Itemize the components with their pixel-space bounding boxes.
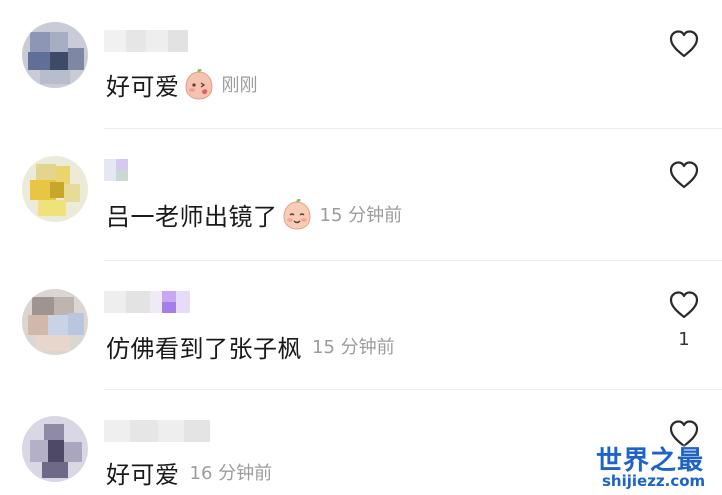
comment-text-line: 好可爱 16 分钟前: [106, 454, 272, 490]
comment-text: 好可爱: [106, 460, 180, 489]
comment-item: 吕一老师出镜了 15 分钟前: [0, 129, 722, 260]
like-button[interactable]: [663, 155, 705, 195]
avatar[interactable]: [22, 22, 88, 88]
avatar[interactable]: [22, 289, 88, 355]
comment-time: 16 分钟前: [189, 463, 273, 484]
heart-outline-icon: [669, 30, 699, 58]
watermark: 世界之最 shijiezz.com: [596, 440, 718, 490]
comment-text: 仿佛看到了张子枫: [106, 334, 302, 363]
comment-time: 15 分钟前: [319, 205, 403, 226]
avatar[interactable]: [22, 416, 88, 482]
smiling-peach-emoji: [282, 199, 311, 230]
blushing-peach-emoji: [184, 69, 213, 100]
comment-text-line: 好可爱 刚刚: [106, 66, 258, 102]
comment-item: 好可爱 刚刚: [0, 0, 722, 128]
comment-text-line: 吕一老师出镜了 15 分钟前: [106, 196, 402, 232]
avatar[interactable]: [22, 156, 88, 222]
comment-text-line: 仿佛看到了张子枫 15 分钟前: [106, 328, 395, 364]
comment-text: 好可爱: [106, 72, 180, 101]
like-button[interactable]: [663, 24, 705, 64]
comment-item: 仿佛看到了张子枫 15 分钟前 1: [0, 261, 722, 389]
comment-time: 15 分钟前: [312, 337, 395, 358]
comment-text: 吕一老师出镜了: [106, 202, 278, 231]
like-button[interactable]: [663, 285, 705, 325]
watermark-url: shijiezz.com: [602, 472, 706, 490]
username-blurred[interactable]: [104, 420, 210, 442]
username-blurred[interactable]: [104, 291, 190, 313]
like-count: 1: [678, 329, 690, 350]
comment-time: 刚刚: [221, 75, 258, 96]
heart-outline-icon: [669, 161, 699, 189]
username-blurred[interactable]: [104, 30, 188, 52]
heart-outline-icon: [669, 291, 699, 319]
username-blurred[interactable]: [104, 159, 134, 181]
